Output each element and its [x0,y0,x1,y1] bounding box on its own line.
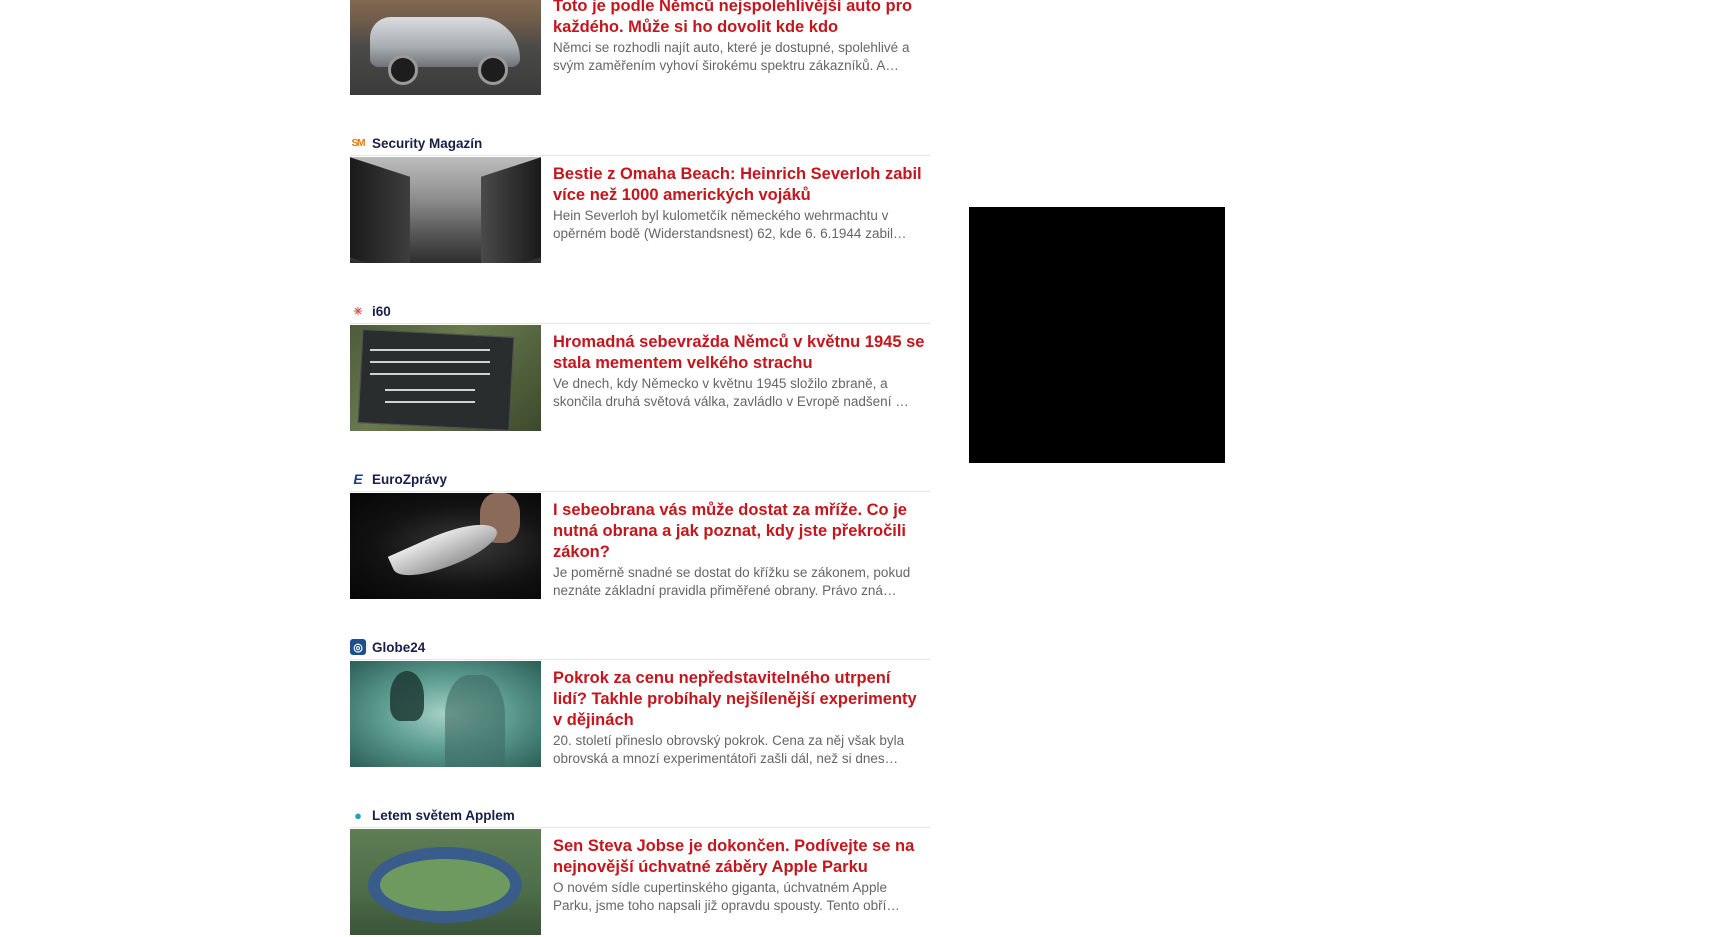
article-block: SM Security Magazín Bestie z Omaha Beach… [350,133,930,265]
logo-text: ◎ [353,641,363,654]
article-title-link[interactable]: Sen Steva Jobse je dokončen. Podívejte s… [553,836,928,878]
article-item[interactable]: I sebeobrana vás může dostat za mříže. C… [350,493,930,601]
source-name[interactable]: EuroZprávy [372,472,447,487]
article-text: Hromadná sebevražda Němců v květnu 1945 … [553,325,928,433]
i60-logo-icon: ✳ [350,303,366,319]
source-name[interactable]: Letem světem Applem [372,808,515,823]
globe24-logo-icon: ◎ [350,639,366,655]
article-thumbnail[interactable] [350,661,541,767]
source-header[interactable]: ◎ Globe24 [350,637,930,660]
article-block: ✳ i60 Hromadná sebevražda Němců v květnu… [350,301,930,433]
letem-svetem-applem-logo-icon: ● [350,807,366,823]
article-item[interactable]: Sen Steva Jobse je dokončen. Podívejte s… [350,829,930,937]
source-header[interactable]: E EuroZprávy [350,469,930,492]
logo-text: ✳ [353,305,363,318]
article-text: Bestie z Omaha Beach: Heinrich Severloh … [553,157,928,265]
article-perex: Hein Severloh byl kulometčík německého w… [553,208,907,241]
source-name[interactable]: Security Magazín [372,136,482,151]
article-thumbnail[interactable] [350,157,541,263]
article-thumbnail[interactable] [350,0,541,95]
logo-text: SM [351,137,366,149]
article-block: ● Letem světem Applem Sen Steva Jobse je… [350,805,930,937]
article-thumbnail[interactable] [350,493,541,599]
source-header[interactable]: SM Security Magazín [350,133,930,156]
article-perex: Němci se rozhodli najít auto, které je d… [553,40,910,73]
security-magazin-logo-icon: SM [350,135,366,151]
article-item[interactable]: Hromadná sebevražda Němců v květnu 1945 … [350,325,930,433]
article-title-link[interactable]: Bestie z Omaha Beach: Heinrich Severloh … [553,164,928,206]
article-text: Pokrok za cenu nepředstavitelného utrpen… [553,661,928,769]
article-title-link[interactable]: I sebeobrana vás může dostat za mříže. C… [553,500,928,563]
logo-text: E [353,471,363,487]
article-perex: Ve dnech, kdy Německo v květnu 1945 slož… [553,376,909,409]
article-block: ◎ Globe24 Pokrok za cenu nepředstaviteln… [350,637,930,769]
source-name[interactable]: i60 [372,304,391,319]
article-perex: 20. století přineslo obrovský pokrok. Ce… [553,733,905,766]
article-text: I sebeobrana vás může dostat za mříže. C… [553,493,928,601]
article-title-link[interactable]: Hromadná sebevražda Němců v květnu 1945 … [553,332,928,374]
article-thumbnail[interactable] [350,325,541,431]
article-title-link[interactable]: Toto je podle Němců nejspolehlivější aut… [553,0,928,38]
article-item[interactable]: Bestie z Omaha Beach: Heinrich Severloh … [350,157,930,265]
source-name[interactable]: Globe24 [372,640,425,655]
article-block: E EuroZprávy I sebeobrana vás může dosta… [350,469,930,601]
logo-text: ● [354,807,362,823]
article-thumbnail[interactable] [350,829,541,935]
article-item[interactable]: Toto je podle Němců nejspolehlivější aut… [350,0,930,97]
advertisement-box[interactable] [969,207,1225,463]
article-block: Toto je podle Němců nejspolehlivější aut… [350,0,930,97]
article-text: Toto je podle Němců nejspolehlivější aut… [553,0,928,97]
source-header[interactable]: ✳ i60 [350,301,930,324]
source-header[interactable]: ● Letem světem Applem [350,805,930,828]
eurozpravy-logo-icon: E [350,471,366,487]
article-text: Sen Steva Jobse je dokončen. Podívejte s… [553,829,928,937]
article-title-link[interactable]: Pokrok za cenu nepředstavitelného utrpen… [553,668,928,731]
article-feed: Toto je podle Němců nejspolehlivější aut… [350,0,930,937]
article-item[interactable]: Pokrok za cenu nepředstavitelného utrpen… [350,661,930,769]
article-perex: Je poměrně snadné se dostat do křížku se… [553,565,911,598]
